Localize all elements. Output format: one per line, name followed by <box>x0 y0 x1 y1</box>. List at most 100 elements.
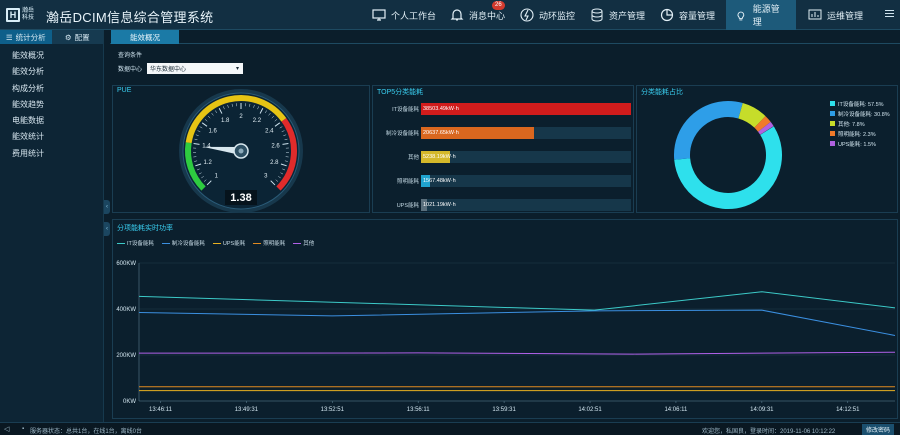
chevron-down-icon: ▾ <box>236 66 240 72</box>
nav-label: 动环监控 <box>539 10 576 21</box>
nav-label: 消息中心 <box>469 10 506 21</box>
pie-icon <box>660 8 674 22</box>
logo-text-2: 科技 <box>22 15 35 21</box>
speaker-icon[interactable]: ◁ <box>4 425 9 433</box>
filter-section-label: 查询条件 <box>118 53 143 59</box>
server-status-text: 服务器状态：总共1台，在线1台，离线0台 <box>30 429 143 435</box>
sidebar-item-composition[interactable]: 构成分析 <box>0 81 103 97</box>
pue-panel: PUE 1 1.2 1.4 1.6 1.8 2 2.2 2.4 2.6 2.8 3 1.38 <box>112 85 370 213</box>
tab-config[interactable]: ⚙ 配置 <box>52 30 104 44</box>
nav-assets[interactable]: 资产管理 <box>582 0 653 30</box>
sidebar-item-cost[interactable]: 费用统计 <box>0 146 103 162</box>
bar-row: 照明能耗 1567.48kW·h <box>373 175 633 187</box>
gauge-tick-label: 2.6 <box>271 144 280 150</box>
x-tick-label: 13:46:11 <box>149 407 173 413</box>
list-icon: ☰ <box>5 32 13 42</box>
series-line <box>138 309 896 336</box>
tab-energy-overview[interactable]: 能效概况 <box>111 30 179 44</box>
bar-row: 其他 5238.19kW·h <box>373 151 633 163</box>
sidebar-item-power-data[interactable]: 电能数据 <box>0 113 103 129</box>
gear-icon: ⚙ <box>64 32 72 42</box>
tab-config-label: 配置 <box>74 32 90 42</box>
bar-value-label: 1567.48kW·h <box>423 178 456 184</box>
legend-item[interactable]: 其他: 7.8% <box>830 120 890 128</box>
gauge-tick-label: 2.8 <box>270 160 279 166</box>
legend-item[interactable]: UPS能耗: 1.5% <box>830 140 890 148</box>
top5-title: TOP5分类能耗 <box>377 89 424 96</box>
gauge-tick-label: 2.4 <box>265 128 274 134</box>
sidebar-item-trend[interactable]: 能效趋势 <box>0 97 103 113</box>
collapse-sidebar-handle[interactable]: ‹ <box>104 200 110 214</box>
nav-label: 运维管理 <box>827 10 864 21</box>
nav-label: 能源管理 <box>752 4 780 27</box>
logo-mark: H <box>6 8 20 22</box>
nav-monitoring[interactable]: 动环监控 <box>512 0 583 30</box>
bar-label: 照明能耗 <box>396 179 419 185</box>
sidebar-item-overview[interactable]: 能效概况 <box>0 48 103 64</box>
bar-row: UPS能耗 1021.19kW·h <box>373 199 633 211</box>
nav-messages[interactable]: 消息中心 26 <box>442 0 513 30</box>
x-tick-label: 14:12:51 <box>836 407 860 413</box>
bar-label: 制冷设备能耗 <box>385 131 419 137</box>
legend-label: IT设备能耗: 57.5% <box>838 101 884 108</box>
x-tick-label: 14:06:11 <box>664 407 688 413</box>
sidebar-tabs: ☰ 统计分析 ⚙ 配置 <box>0 30 103 44</box>
legend-label: 其他: 7.8% <box>838 121 865 128</box>
bar-row: IT设备能耗 38503.49kW·h <box>373 103 633 115</box>
ratio-legend: IT设备能耗: 57.5% 制冷设备能耗: 30.8% 其他: 7.8% 照明能耗: … <box>830 100 890 150</box>
donut-slice <box>674 101 743 160</box>
x-tick-label: 13:59:31 <box>492 407 516 413</box>
x-tick-label: 13:49:31 <box>235 407 259 413</box>
hamburger-menu-icon[interactable] <box>885 10 894 19</box>
legend-label: 照明能耗: 2.3% <box>838 131 876 138</box>
server-status-icon: ▪ <box>22 426 25 432</box>
content-tab-bar: 能效概况 <box>110 30 900 44</box>
bar-value-label: 1021.19kW·h <box>423 202 456 208</box>
nav-workbench[interactable]: 个人工作台 <box>364 0 444 30</box>
nav-label: 资产管理 <box>609 10 646 21</box>
y-tick-label: 200KW <box>116 353 136 359</box>
message-count-badge: 26 <box>492 1 505 10</box>
user-login-text: 欢迎您，私国良，登录时间：2019-11-06 10:12:22 <box>702 429 836 435</box>
gauge-tick-label: 1.6 <box>209 128 218 134</box>
y-tick-label: 0KW <box>123 399 136 405</box>
donut-slice <box>737 103 766 128</box>
nav-energy[interactable]: 能源管理 <box>726 0 796 30</box>
legend-label: UPS能耗: 1.5% <box>838 141 876 148</box>
bar-value-label: 5238.19kW·h <box>423 154 456 160</box>
legend-item[interactable]: IT设备能耗: 57.5% <box>830 100 890 108</box>
bar-track: 1021.19kW·h <box>421 199 631 211</box>
top-bar: H 瀚岳 科技 瀚岳DCIM信息综合管理系统 个人工作台 消息中心 26 动环监… <box>0 0 900 30</box>
lightning-icon <box>520 8 534 22</box>
monitor-icon <box>372 9 386 21</box>
app-title: 瀚岳DCIM信息综合管理系统 <box>46 10 214 25</box>
legend-item[interactable]: 制冷设备能耗: 30.8% <box>830 110 890 118</box>
legend-item[interactable]: 照明能耗: 2.3% <box>830 130 890 138</box>
datacenter-label: 数据中心 <box>118 67 143 73</box>
collapse-chart-handle[interactable]: ‹ <box>104 222 110 236</box>
change-password-button[interactable]: 修改密码 <box>862 424 895 435</box>
chart-monitor-icon <box>808 9 822 20</box>
power-panel: 分项能耗实时功率 IT设备能耗 制冷设备能耗 UPS能耗 照明能耗 其他 0KW 200K… <box>112 219 898 419</box>
x-tick-label: 14:02:51 <box>578 407 602 413</box>
nav-capacity[interactable]: 容量管理 <box>652 0 723 30</box>
gauge-tick-label: 1.2 <box>204 160 213 166</box>
sidebar-item-statistics[interactable]: 能效统计 <box>0 129 103 145</box>
x-tick-label: 14:09:31 <box>750 407 774 413</box>
bar-label: UPS能耗 <box>396 203 419 209</box>
gauge-hub-center <box>238 148 244 154</box>
donut-slice <box>674 126 782 209</box>
bar-track: 38503.49kW·h <box>421 103 631 115</box>
bar-track: 1567.48kW·h <box>421 175 631 187</box>
bell-icon <box>450 9 464 21</box>
x-tick-label: 13:52:51 <box>321 407 345 413</box>
datacenter-select-value: 华东数据中心 <box>150 67 187 73</box>
legend-swatch <box>830 121 835 126</box>
nav-operations[interactable]: 运维管理 <box>800 0 871 30</box>
datacenter-select[interactable]: 华东数据中心 ▾ <box>147 63 244 74</box>
logo: H 瀚岳 科技 <box>6 7 42 23</box>
bar-label: IT设备能耗 <box>392 107 419 113</box>
sidebar-item-analysis[interactable]: 能效分析 <box>0 64 103 80</box>
database-icon <box>591 8 603 22</box>
tab-statistics[interactable]: ☰ 统计分析 <box>0 30 52 44</box>
